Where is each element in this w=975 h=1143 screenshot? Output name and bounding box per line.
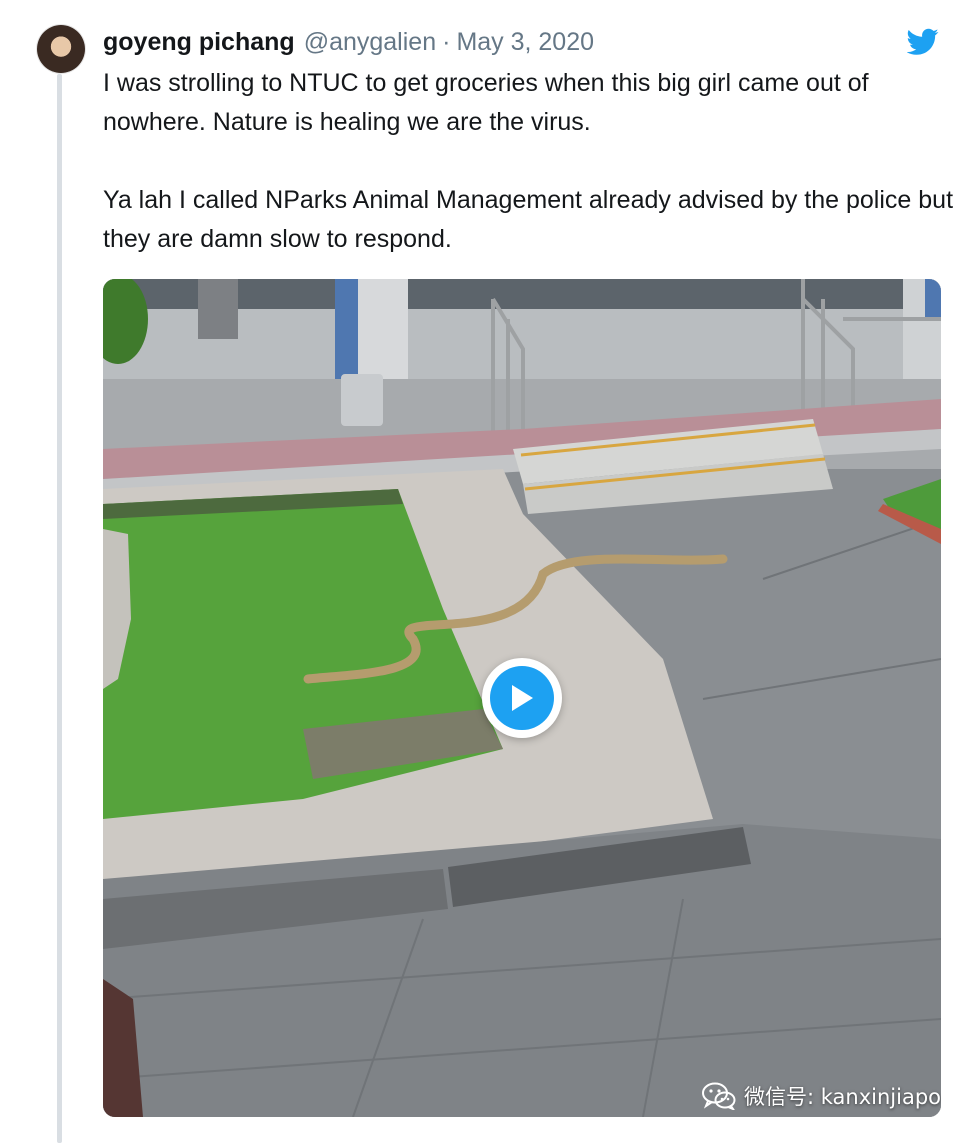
wechat-icon — [701, 1082, 736, 1110]
watermark-text: 微信号: kanxinjiapo — [743, 1085, 941, 1109]
author-handle[interactable]: @anygalien — [304, 26, 436, 58]
twitter-bird-icon[interactable] — [907, 28, 939, 56]
avatar[interactable] — [37, 25, 85, 73]
author-name[interactable]: goyeng pichang — [103, 26, 295, 58]
tweet-paragraph-2: Ya lah I called NParks Animal Management… — [103, 186, 954, 253]
thread-line — [57, 74, 62, 1143]
tweet-text: I was strolling to NTUC to get groceries… — [103, 64, 953, 259]
tweet-paragraph-1: I was strolling to NTUC to get groceries… — [103, 69, 869, 136]
tweet-header: goyeng pichang @anygalien · May 3, 2020 — [103, 26, 594, 58]
separator-dot: · — [442, 28, 451, 56]
play-button[interactable] — [482, 658, 562, 738]
video-player[interactable]: 微信号: kanxinjiapo — [103, 279, 941, 1117]
tweet-date[interactable]: May 3, 2020 — [456, 26, 594, 58]
play-icon — [490, 666, 554, 730]
watermark: 微信号: kanxinjiapo — [701, 1081, 941, 1111]
